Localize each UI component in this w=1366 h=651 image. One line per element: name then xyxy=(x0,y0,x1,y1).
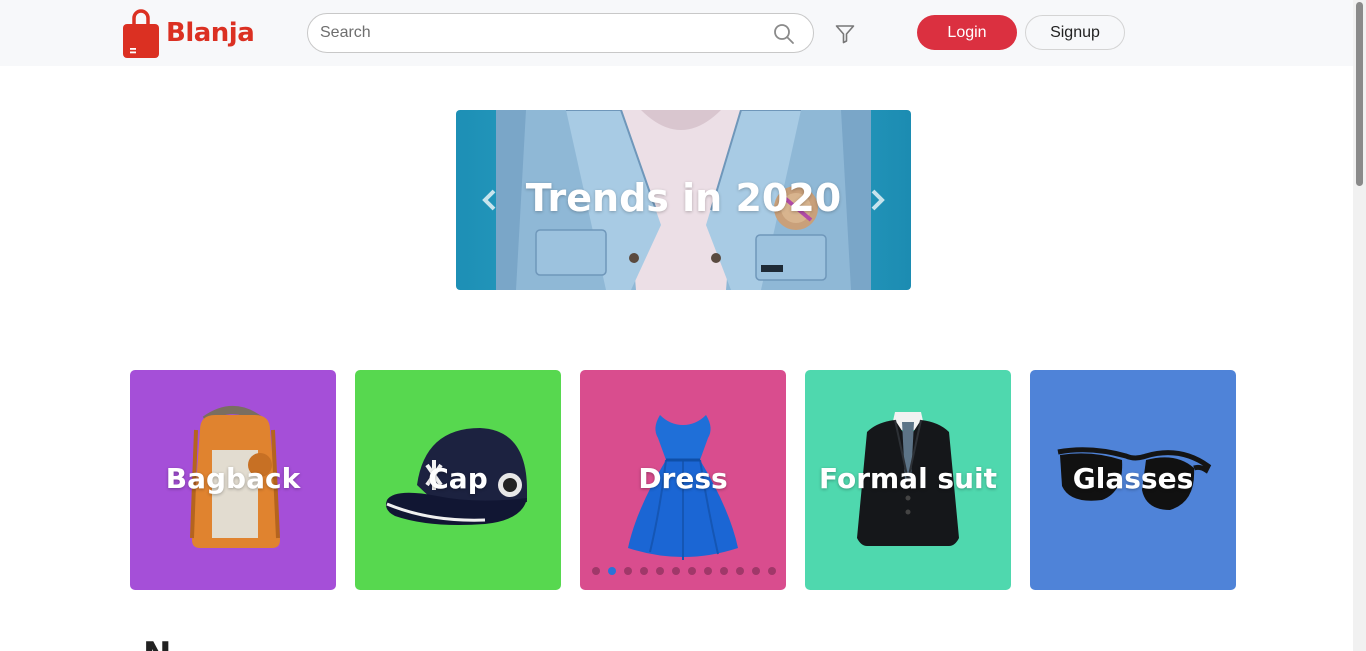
category-carousel: Bagback Cap Dress Formal suit Glasses xyxy=(130,370,1236,590)
scrollbar-thumb[interactable] xyxy=(1356,2,1363,186)
next-section-title: N xyxy=(143,638,171,651)
carousel-dot[interactable] xyxy=(640,567,648,575)
category-label: Formal suit xyxy=(818,462,998,495)
carousel-dot[interactable] xyxy=(736,567,744,575)
category-label: Glasses xyxy=(1072,462,1194,495)
carousel-dot[interactable] xyxy=(704,567,712,575)
carousel-dot[interactable] xyxy=(752,567,760,575)
carousel-dot[interactable] xyxy=(720,567,728,575)
carousel-dot[interactable] xyxy=(592,567,600,575)
brand-name: Blanja xyxy=(166,18,255,48)
carousel-dot[interactable] xyxy=(624,567,632,575)
chevron-right-icon[interactable] xyxy=(867,188,887,212)
hero-banner[interactable]: Trends in 2020 xyxy=(456,110,911,290)
carousel-dot[interactable] xyxy=(656,567,664,575)
signup-button[interactable]: Signup xyxy=(1025,15,1125,50)
category-card-cap[interactable]: Cap xyxy=(355,370,561,590)
category-label: Bagback xyxy=(165,462,301,495)
brand-logo[interactable]: Blanja xyxy=(122,8,255,58)
login-button[interactable]: Login xyxy=(917,15,1017,50)
top-navbar: Blanja Login Signup xyxy=(0,0,1353,66)
shopping-bag-icon xyxy=(122,8,160,58)
carousel-dots xyxy=(592,567,776,575)
carousel-dot[interactable] xyxy=(768,567,776,575)
category-card-formal-suit[interactable]: Formal suit xyxy=(805,370,1011,590)
filter-icon[interactable] xyxy=(835,24,855,44)
carousel-dot[interactable] xyxy=(608,567,616,575)
hero-title: Trends in 2020 xyxy=(525,176,842,220)
carousel-dot[interactable] xyxy=(688,567,696,575)
search-input[interactable] xyxy=(320,14,760,52)
vertical-scrollbar[interactable] xyxy=(1353,0,1366,651)
category-label: Cap xyxy=(428,462,488,495)
carousel-dot[interactable] xyxy=(672,567,680,575)
category-label: Dress xyxy=(638,462,728,495)
chevron-left-icon[interactable] xyxy=(480,188,500,212)
search-bar xyxy=(307,13,814,53)
category-card-bagback[interactable]: Bagback xyxy=(130,370,336,590)
page: Blanja Login Signup xyxy=(0,0,1366,651)
search-icon[interactable] xyxy=(773,23,795,45)
category-card-dress[interactable]: Dress xyxy=(580,370,786,590)
category-card-glasses[interactable]: Glasses xyxy=(1030,370,1236,590)
